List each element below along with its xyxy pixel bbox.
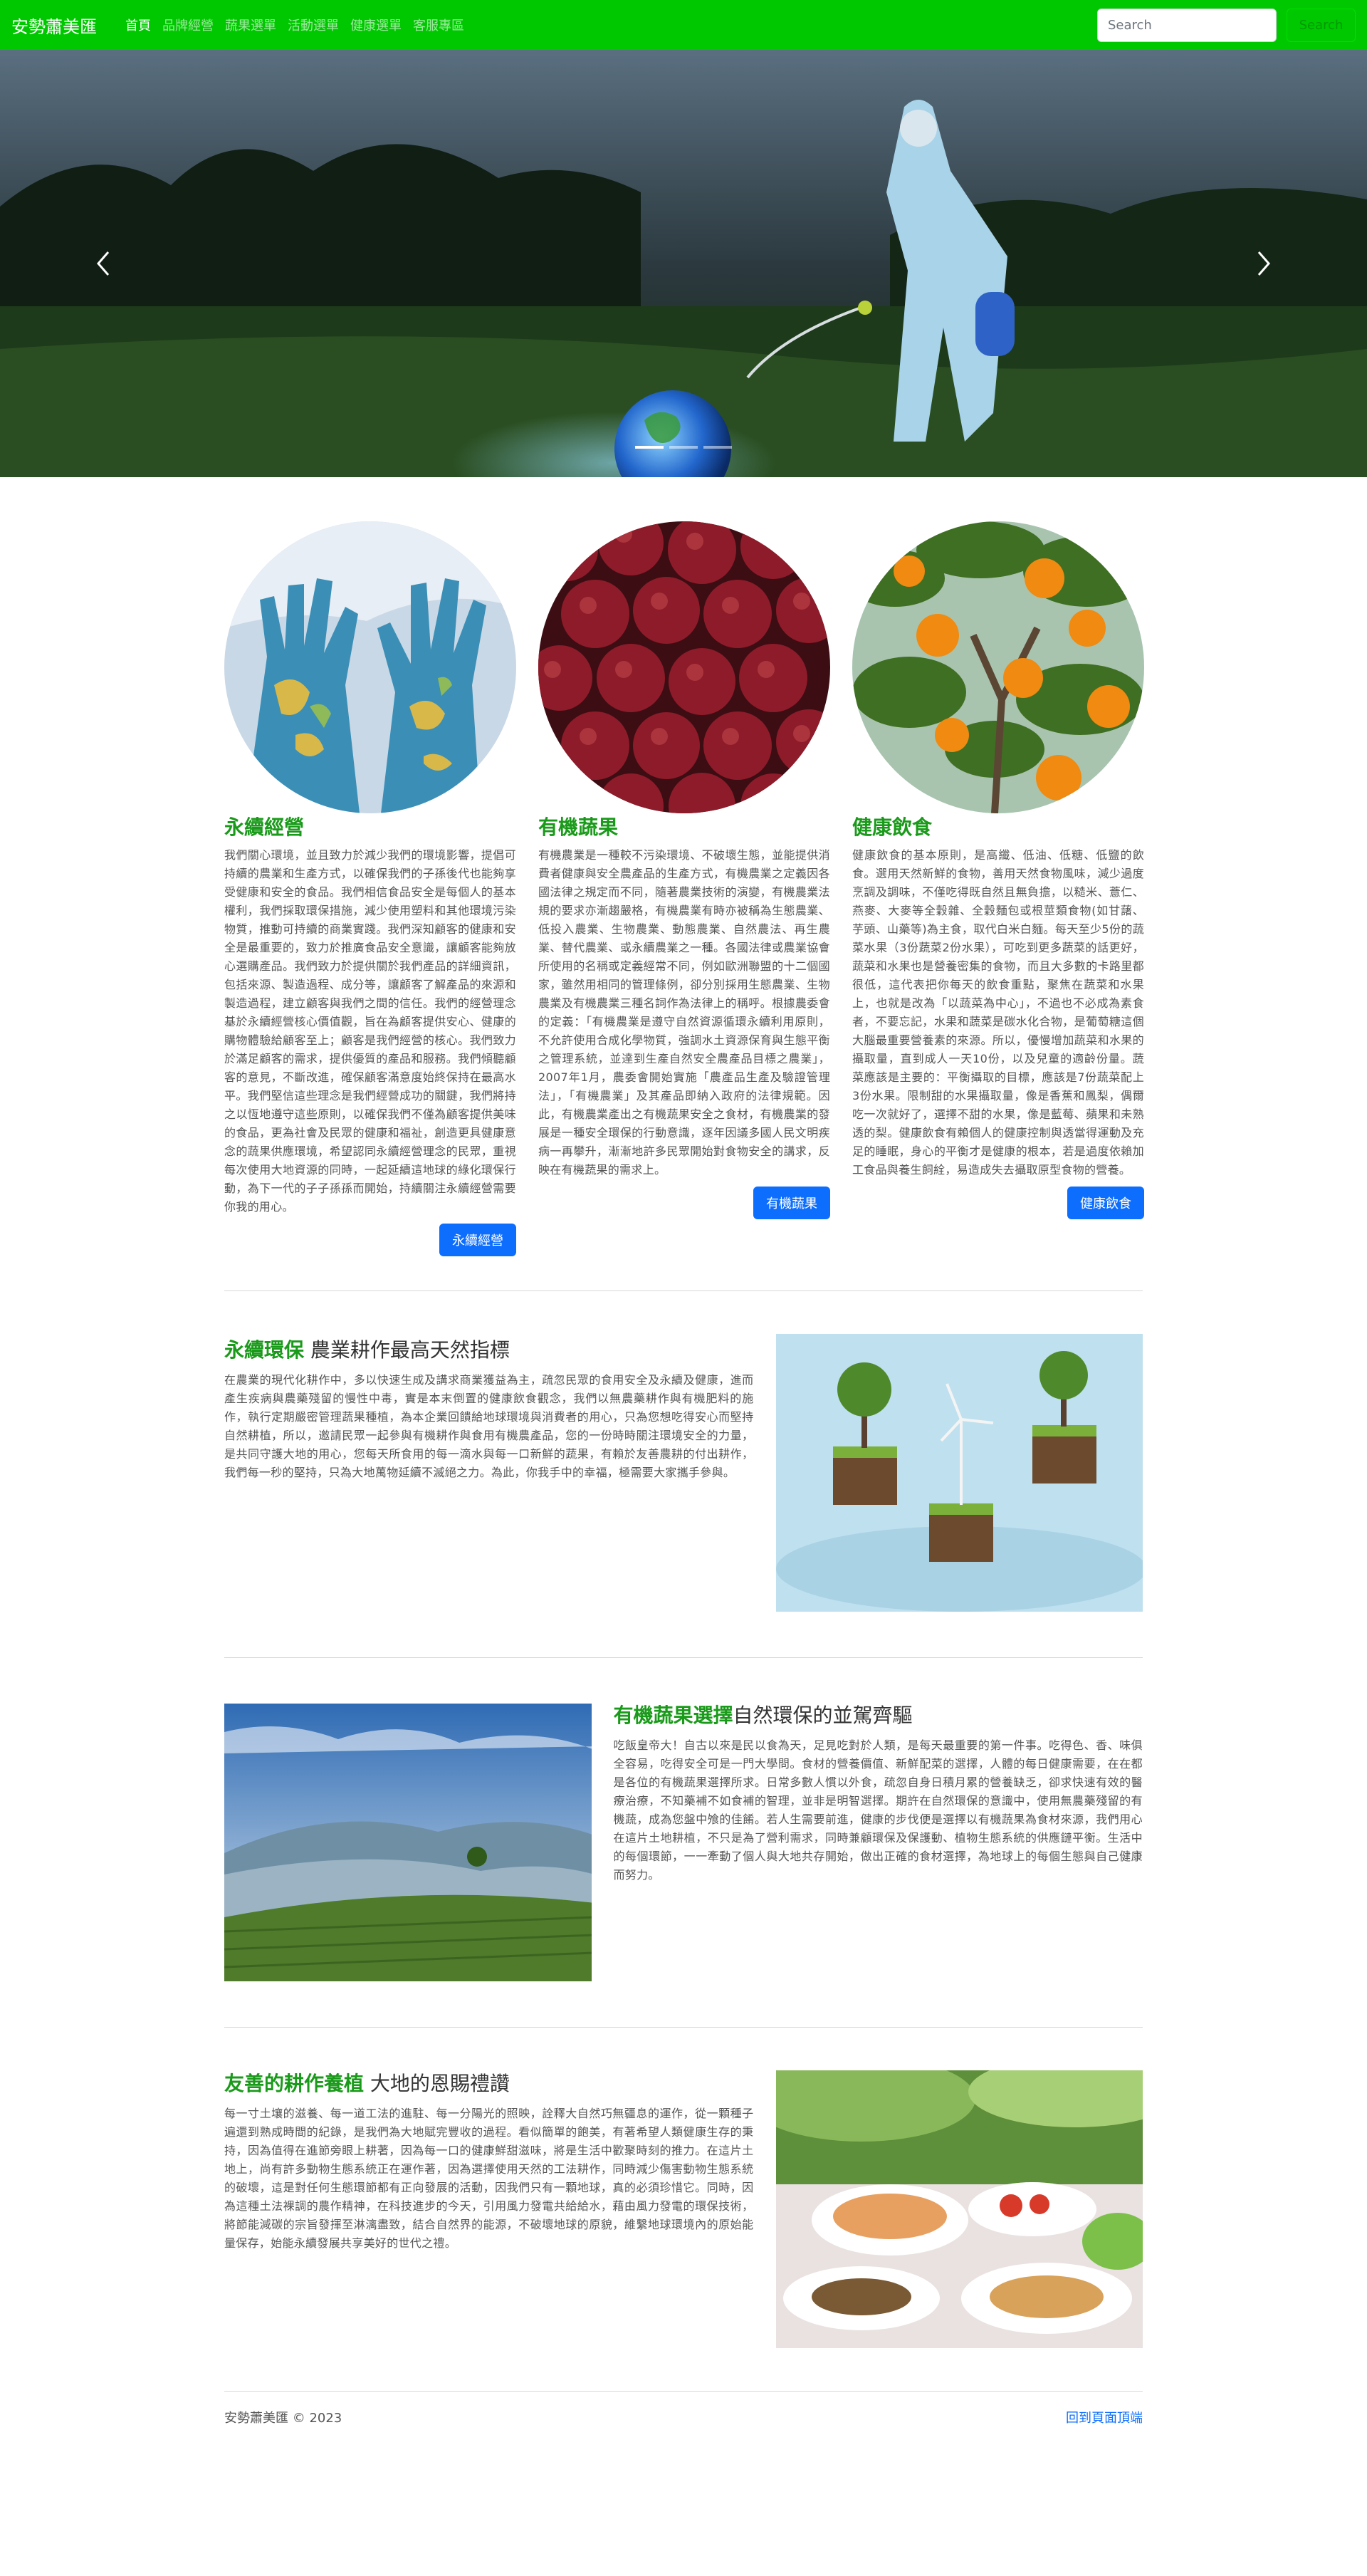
hands-map-image xyxy=(224,521,516,813)
search-input[interactable]: Search xyxy=(1097,8,1277,42)
featurette-text: 每一寸土壤的滋養、每一道工法的進駐、每一分陽光的照映，詮釋大自然巧無疆息的運作，… xyxy=(224,2107,754,2250)
hero-carousel xyxy=(0,50,1367,477)
featurette-heading: 友善的耕作養植 大地的恩賜禮讚 xyxy=(224,2070,754,2097)
nav-health-menu[interactable]: 健康選單 xyxy=(345,16,407,34)
search-button[interactable]: Search xyxy=(1287,8,1356,42)
nav-customer-service[interactable]: 客服專區 xyxy=(407,16,470,34)
oranges-image xyxy=(852,521,1144,813)
column-text: 我們關心環境，並且致力於減少我們的環境影響，提倡可持續的農業和生產方式，以確保我… xyxy=(224,848,516,1214)
column-title: 有機蔬果 xyxy=(538,815,619,839)
tea-hills-image xyxy=(224,1704,592,1981)
featurette-sustainability: 永續環保 農業耕作最高天然指標 在農業的現代化耕作中，多以快速生成及講求商業獲益… xyxy=(224,1334,1143,1612)
chevron-left-icon xyxy=(97,251,110,276)
featurette-heading-text: 自然環保的並駕齊驅 xyxy=(733,1704,913,1727)
featurette-heading-accent: 永續環保 xyxy=(224,1338,305,1362)
featurette-heading: 有機蔬果選擇自然環保的並駕齊驅 xyxy=(614,1702,1143,1729)
carousel-indicator-2[interactable] xyxy=(669,446,698,449)
featurette-text: 吃飯皇帝大！自古以來是民以食為天，足見吃對於人類，是每天最重要的第一件事。吃得色… xyxy=(613,1738,1143,1882)
featurette-heading-text: 大地的恩賜禮讚 xyxy=(364,2072,510,2095)
featurette-heading-text: 農業耕作最高天然指標 xyxy=(304,1338,510,1362)
carousel-indicator-1[interactable] xyxy=(635,446,664,449)
column-text: 健康飲食的基本原則，是高纖、低油、低糖、低鹽的飲食。選用天然新鮮的食物，善用天然… xyxy=(852,848,1144,1177)
column-organic: 有機蔬果 有機農業是一種較不污染環境、不破壞生態，並能提供消費者健康與安全農產品… xyxy=(538,521,830,1256)
carousel-next-button[interactable] xyxy=(1162,50,1367,477)
nav-events-menu[interactable]: 活動選單 xyxy=(282,16,345,34)
column-sustainability: 永續經營 我們關心環境，並且致力於減少我們的環境影響，提倡可持續的農業和生產方式… xyxy=(224,521,516,1256)
featurette-heading-accent: 有機蔬果選擇 xyxy=(613,1704,733,1727)
back-to-top-link[interactable]: 回到頁面頂端 xyxy=(1066,2408,1143,2426)
healthy-diet-button[interactable]: 健康飲食 xyxy=(1067,1187,1144,1219)
nav-produce-menu[interactable]: 蔬果選單 xyxy=(219,16,282,34)
carousel-prev-button[interactable] xyxy=(0,50,205,477)
column-text: 有機農業是一種較不污染環境、不破壞生態，並能提供消費者健康與安全農產品的生產方式… xyxy=(538,848,830,1177)
sustainability-button[interactable]: 永續經營 xyxy=(439,1224,516,1256)
apples-image xyxy=(538,521,830,813)
column-healthy-diet: 健康飲食 健康飲食的基本原則，是高纖、低油、低糖、低鹽的飲食。選用天然新鮮的食物… xyxy=(852,521,1144,1256)
brand-logo[interactable]: 安勢蕭美匯 xyxy=(11,13,97,38)
featurette-divider xyxy=(224,1290,1143,1291)
column-title: 永續經營 xyxy=(224,815,305,839)
organic-button[interactable]: 有機蔬果 xyxy=(753,1187,830,1219)
column-title: 健康飲食 xyxy=(852,815,933,839)
carousel-indicator-3[interactable] xyxy=(703,446,732,449)
nav-home[interactable]: 首頁 xyxy=(120,16,157,34)
marketing-columns: 永續經營 我們關心環境，並且致力於減少我們的環境影響，提倡可持續的農業和生產方式… xyxy=(224,521,1144,1256)
wind-turbine-soil-cubes-image xyxy=(775,1334,1143,1612)
copyright-text: 安勢蕭美匯 © 2023 xyxy=(224,2411,342,2426)
featurette-heading-accent: 友善的耕作養植 xyxy=(224,2072,365,2095)
nav-brand-management[interactable]: 品牌經營 xyxy=(157,16,219,34)
featurette-friendly-farming: 友善的耕作養植 大地的恩賜禮讚 每一寸土壤的滋養、每一道工法的進駐、每一分陽光的… xyxy=(224,2070,1143,2348)
picnic-food-image xyxy=(775,2070,1143,2348)
main-container: 永續經營 我們關心環境，並且致力於減少我們的環境影響，提倡可持續的農業和生產方式… xyxy=(224,521,1144,2443)
featurette-divider xyxy=(224,2027,1143,2028)
featurette-heading: 永續環保 農業耕作最高天然指標 xyxy=(224,1337,754,1364)
navbar: 安勢蕭美匯 首頁 品牌經營 蔬果選單 活動選單 健康選單 客服專區 Search… xyxy=(0,0,1367,50)
nav-menu: 首頁 品牌經營 蔬果選單 活動選單 健康選單 客服專區 xyxy=(120,16,470,34)
featurette-organic-choice: 有機蔬果選擇自然環保的並駕齊驅 吃飯皇帝大！自古以來是民以食為天，足見吃對於人類… xyxy=(224,1704,1143,1981)
footer: 安勢蕭美匯 © 2023 回到頁面頂端 xyxy=(224,2392,1143,2443)
carousel-indicators xyxy=(635,446,732,449)
featurette-divider xyxy=(224,1657,1143,1658)
chevron-right-icon xyxy=(1257,251,1270,276)
featurette-text: 在農業的現代化耕作中，多以快速生成及講求商業獲益為主，疏忽民眾的食用安全及永續及… xyxy=(224,1373,754,1479)
